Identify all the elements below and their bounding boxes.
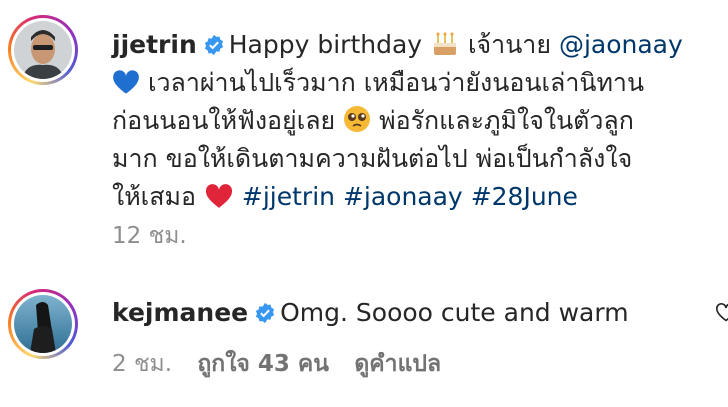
comment-meta: 2 ชม. ถูกใจ 43 คน ดูคำแปล (112, 346, 459, 382)
translate-link[interactable]: ดูคำแปล (354, 351, 441, 377)
mention-link[interactable]: @jaonaay (559, 30, 683, 59)
avatar-image (14, 295, 72, 353)
username-jjetrin[interactable]: jjetrin (112, 30, 197, 59)
avatar-image (14, 21, 72, 79)
birthday-cake-emoji (434, 32, 457, 55)
comment-text: Omg. Soooo cute and warm (280, 298, 629, 327)
comment-text: ก่อนนอนให้ฟังอยู่เลย (112, 106, 336, 135)
comment-text: ให้เสมอ (112, 182, 196, 211)
avatar-jjetrin[interactable] (8, 15, 78, 85)
red-heart-emoji (205, 184, 232, 208)
heart-outline-icon[interactable] (716, 302, 728, 324)
comment-body: jjetrin Happy birthday เจ้านาย @jaonaay เ… (112, 26, 683, 216)
hashtag-link[interactable]: #jjetrin (242, 182, 335, 211)
verified-badge-icon (204, 34, 223, 56)
comment-text: พ่อรักและภูมิใจในตัวลูก (379, 106, 634, 135)
username-kejmanee[interactable]: kejmanee (112, 298, 248, 327)
avatar-kejmanee[interactable] (8, 289, 78, 359)
pleading-face-emoji (344, 106, 371, 132)
comment-timestamp[interactable]: 12 ชม. (112, 223, 187, 249)
hashtag-link[interactable]: #jaonaay (343, 182, 463, 211)
comment-text: Happy birthday (228, 30, 423, 59)
comment-text: เวลาผ่านไปเร็วมาก เหมือนว่ายังนอนเล่านิท… (147, 68, 645, 97)
comment-text: มาก ขอให้เดินตามความฝันต่อไป พ่อเป็นกำลั… (112, 144, 633, 173)
blue-heart-emoji (113, 70, 139, 94)
comment-body: kejmanee Omg. Soooo cute and warm (112, 294, 629, 332)
comment-meta: 12 ชม. (112, 218, 205, 254)
verified-badge-icon (256, 302, 275, 324)
likes-count[interactable]: ถูกใจ 43 คน (197, 351, 329, 377)
hashtag-link[interactable]: #28June (471, 182, 578, 211)
comment-timestamp[interactable]: 2 ชม. (112, 351, 172, 377)
comment-text: เจ้านาย (467, 30, 551, 59)
